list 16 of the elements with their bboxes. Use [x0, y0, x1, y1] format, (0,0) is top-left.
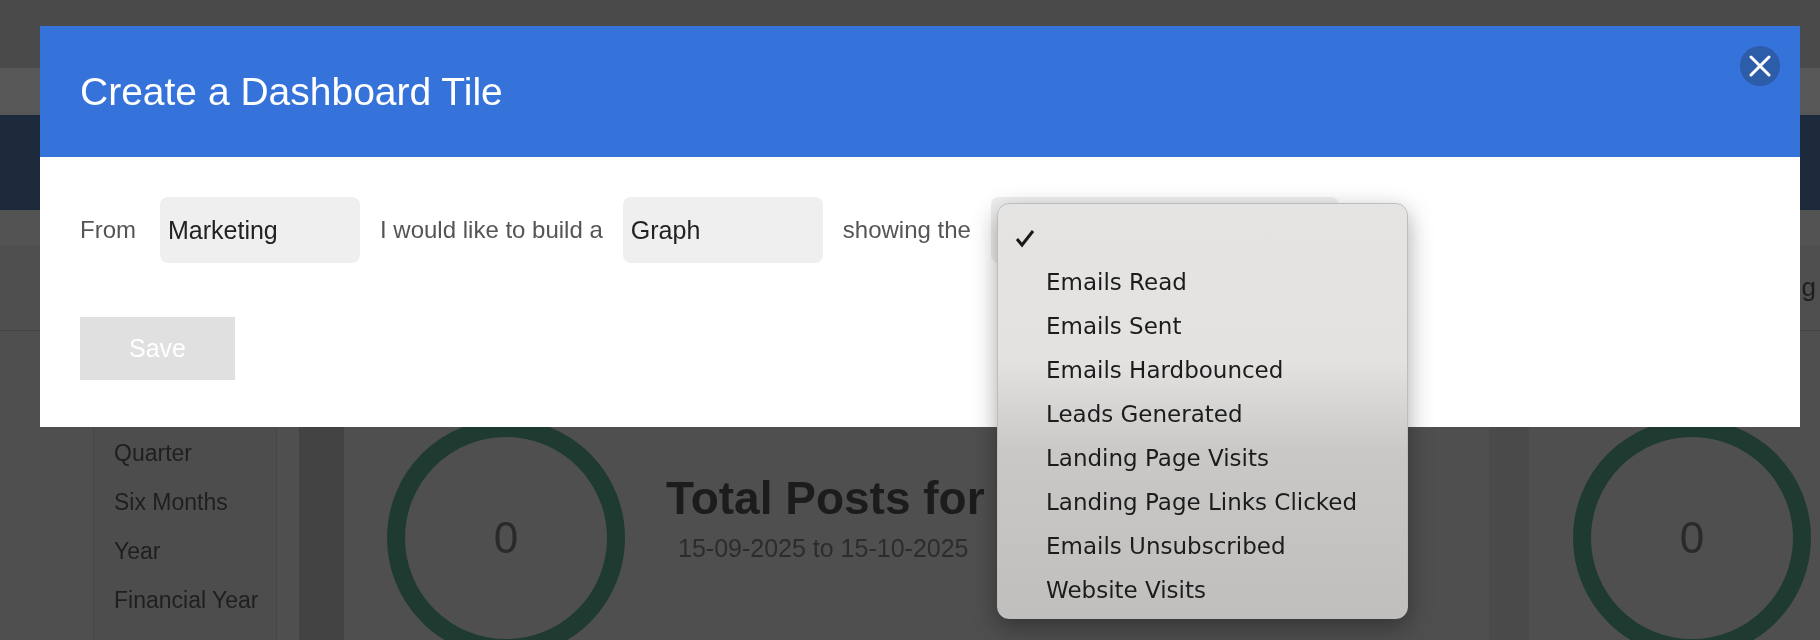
- dropdown-option[interactable]: Emails Sent: [998, 304, 1407, 348]
- dropdown-menu[interactable]: Emails Read Emails Sent Emails Hardbounced Leads Generated Landing Page Visits Landing Page Links Clicked Emails Unsubscribed Website Visits: [997, 203, 1408, 619]
- select-field[interactable]: Marketing: [160, 197, 360, 263]
- dropdown-option[interactable]: Emails Unsubscribed: [998, 524, 1407, 568]
- dropdown-option[interactable]: Emails Hardbounced: [998, 348, 1407, 392]
- dropdown-option[interactable]: Website Visits: [998, 568, 1407, 612]
- select-field[interactable]: Graph: [622, 197, 823, 263]
- sentence-label: From: [80, 216, 136, 244]
- dropdown-option[interactable]: Landing Page Visits: [998, 436, 1407, 480]
- close-icon: [1749, 55, 1771, 77]
- dropdown-option[interactable]: Leads Generated: [998, 392, 1407, 436]
- sentence-label: showing the: [842, 216, 971, 244]
- dropdown-option[interactable]: Emails Read: [998, 260, 1407, 304]
- dropdown-option[interactable]: Landing Page Links Clicked: [998, 480, 1407, 524]
- dialog-title: Create a Dashboard Tile: [80, 69, 503, 114]
- sentence-label: I would like to build a: [380, 216, 603, 244]
